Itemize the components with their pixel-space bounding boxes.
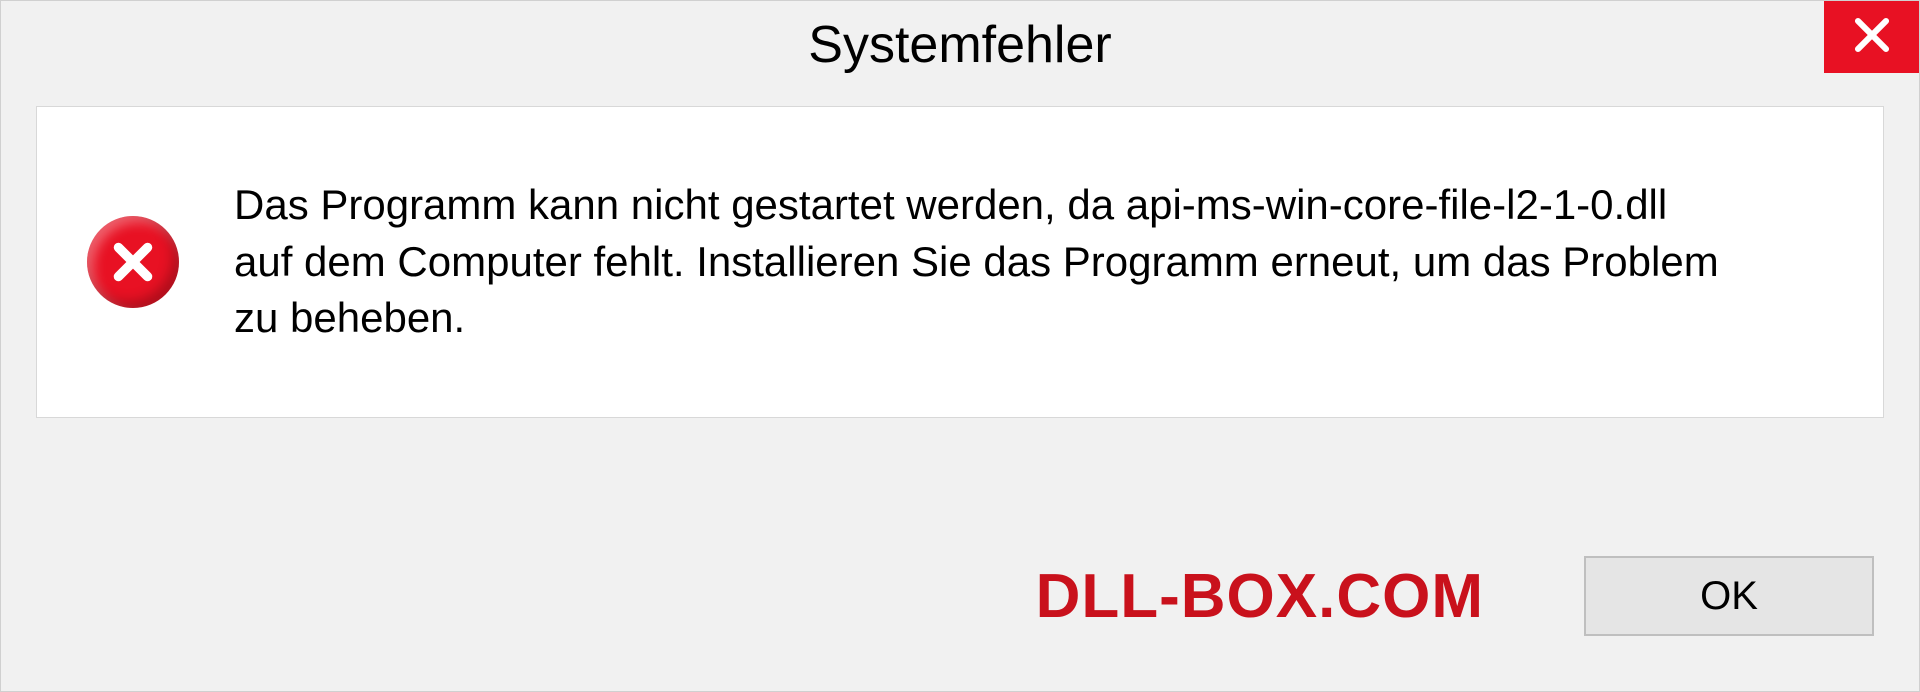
error-dialog: Systemfehler Das Programm kann nicht ges…	[0, 0, 1920, 692]
error-icon	[87, 216, 179, 308]
watermark-text: DLL-BOX.COM	[1036, 561, 1484, 632]
dialog-title: Systemfehler	[1, 9, 1919, 75]
close-button[interactable]	[1824, 1, 1919, 73]
titlebar: Systemfehler	[1, 1, 1919, 91]
close-icon	[1851, 14, 1893, 61]
dialog-footer: DLL-BOX.COM OK	[1, 531, 1919, 691]
error-message: Das Programm kann nicht gestartet werden…	[234, 177, 1734, 347]
ok-button[interactable]: OK	[1584, 556, 1874, 636]
content-panel: Das Programm kann nicht gestartet werden…	[36, 106, 1884, 418]
